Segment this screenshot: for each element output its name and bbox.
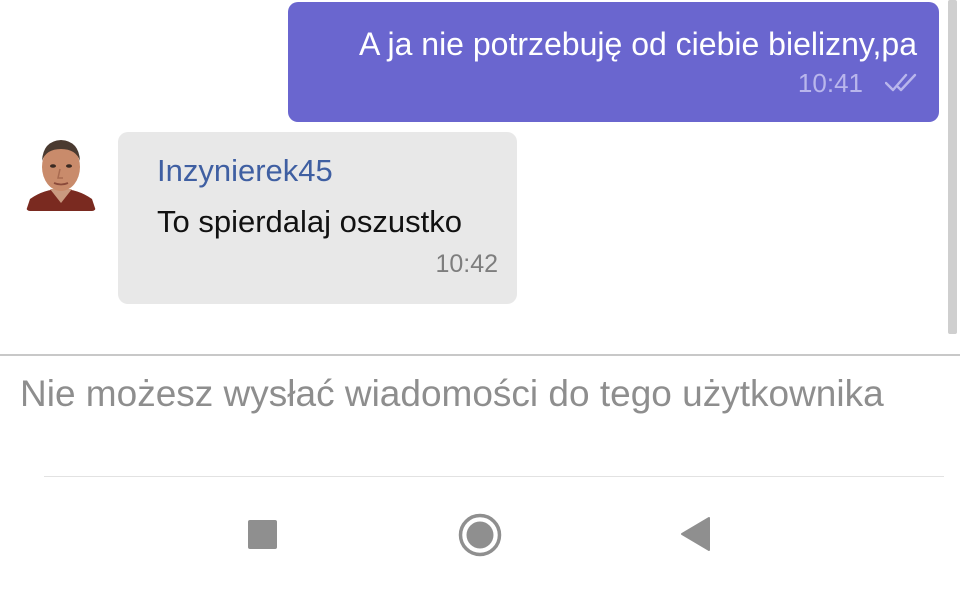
composer-divider <box>0 354 960 356</box>
incoming-message-time: 10:42 <box>435 250 498 278</box>
incoming-message[interactable]: Inzynierek45 To spierdalaj oszustko 10:4… <box>118 132 517 304</box>
avatar[interactable] <box>26 131 96 211</box>
incoming-message-text: To spierdalaj oszustko <box>157 204 462 239</box>
message-list[interactable]: A ja nie potrzebuję od ciebie bielizny,p… <box>0 0 960 354</box>
notice-divider <box>44 476 944 477</box>
recent-apps-icon[interactable] <box>248 520 277 549</box>
outgoing-message[interactable]: A ja nie potrzebuję od ciebie bielizny,p… <box>288 2 939 122</box>
outgoing-message-time: 10:41 <box>797 68 863 98</box>
chat-screen: A ja nie potrzebuję od ciebie bielizny,p… <box>0 0 960 592</box>
sender-name[interactable]: Inzynierek45 <box>157 152 333 190</box>
outgoing-message-text: A ja nie potrzebuję od ciebie bielizny,p… <box>359 26 917 62</box>
scrollbar[interactable] <box>948 0 957 334</box>
home-icon[interactable] <box>458 513 502 557</box>
back-icon[interactable] <box>680 516 710 552</box>
system-nav-bar <box>0 480 960 592</box>
double-check-icon <box>884 72 919 94</box>
blocked-notice: Nie możesz wysłać wiadomości do tego uży… <box>20 373 884 414</box>
